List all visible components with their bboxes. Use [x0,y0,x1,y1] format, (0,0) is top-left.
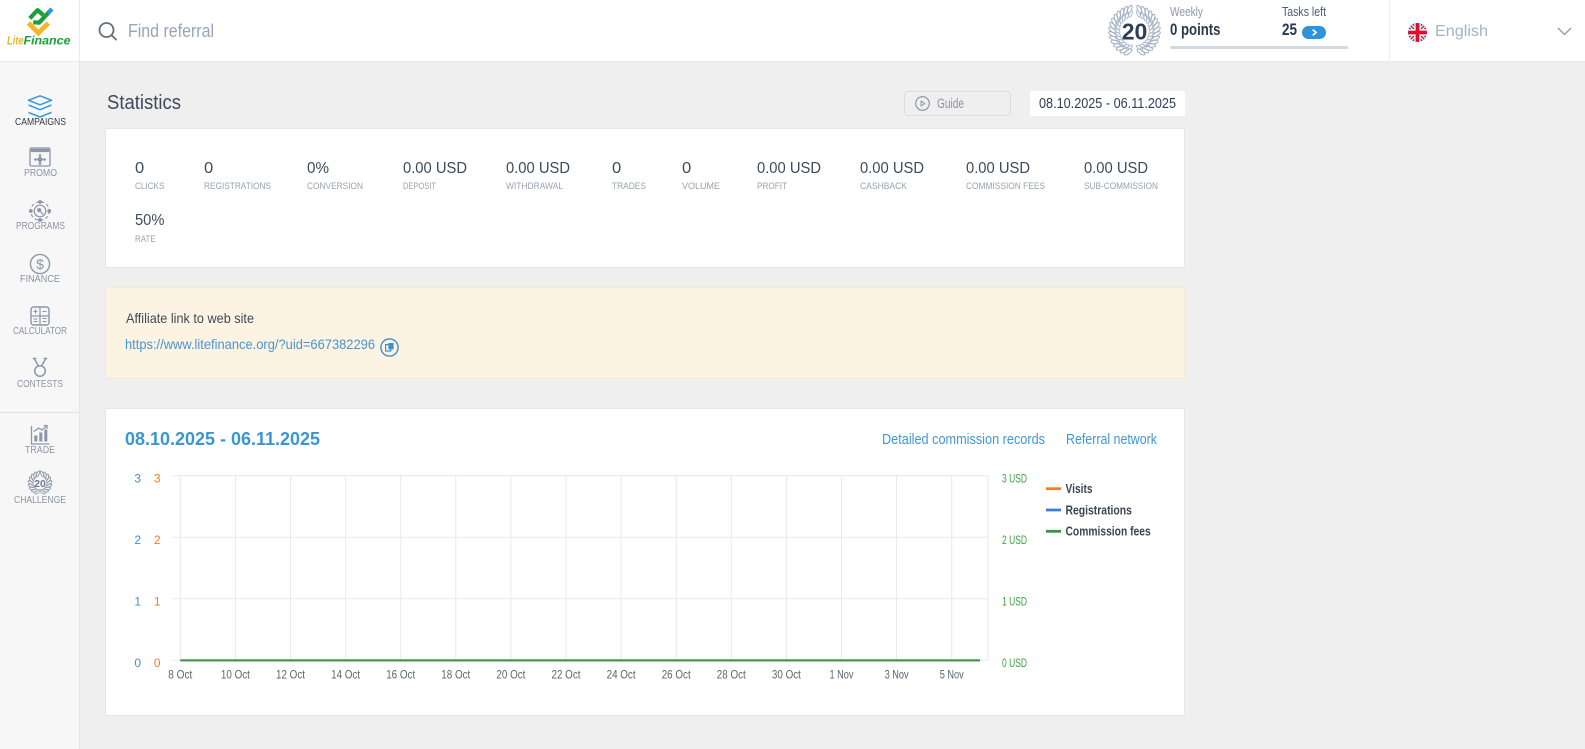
svg-text:26 Oct: 26 Oct [662,670,692,682]
svg-text:Finance: Finance [24,34,71,48]
svg-text:12 Oct: 12 Oct [276,670,306,682]
svg-text:3 USD: 3 USD [1002,471,1027,485]
svg-text:20: 20 [34,478,46,490]
svg-text:3: 3 [154,471,161,485]
svg-text:20 Oct: 20 Oct [496,670,526,682]
svg-text:28 Oct: 28 Oct [717,670,747,682]
svg-text:Commission fees: Commission fees [1066,525,1151,539]
svg-text:1 Nov: 1 Nov [830,670,854,682]
svg-text:3 Nov: 3 Nov [885,670,909,682]
svg-text:8 Oct: 8 Oct [168,670,193,682]
svg-text:20: 20 [1122,19,1148,45]
svg-text:0: 0 [154,656,161,670]
svg-text:Lite: Lite [7,34,24,48]
svg-text:30 Oct: 30 Oct [772,670,802,682]
svg-text:1: 1 [154,595,161,609]
svg-text:2: 2 [134,533,141,547]
svg-text:14 Oct: 14 Oct [331,670,361,682]
svg-text:24 Oct: 24 Oct [607,670,637,682]
svg-text:Registrations: Registrations [1066,503,1132,517]
svg-text:18 Oct: 18 Oct [441,670,471,682]
svg-text:2 USD: 2 USD [1002,533,1027,547]
svg-text:1 USD: 1 USD [1002,595,1027,609]
svg-text:$: $ [36,256,44,272]
svg-text:3: 3 [134,471,141,485]
svg-text:0 USD: 0 USD [1002,656,1027,670]
svg-text:10 Oct: 10 Oct [221,670,251,682]
svg-text:0: 0 [134,656,141,670]
svg-text:Visits: Visits [1066,482,1093,496]
svg-text:16 Oct: 16 Oct [386,670,416,682]
svg-text:22 Oct: 22 Oct [552,670,582,682]
svg-text:1: 1 [134,595,141,609]
svg-text:5 Nov: 5 Nov [940,670,964,682]
svg-text:2: 2 [154,533,161,547]
